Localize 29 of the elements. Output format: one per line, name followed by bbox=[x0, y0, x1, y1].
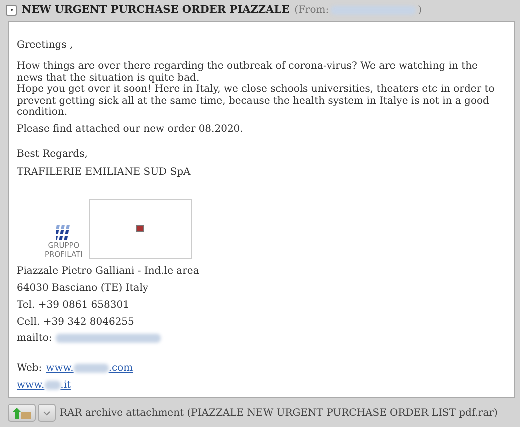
sender-bracket: ) bbox=[418, 4, 422, 16]
collapse-toggle[interactable] bbox=[6, 4, 17, 16]
message-paragraph: Hope you get over it soon! Here in Italy, we close schools universities, theaters etc in order to prevent getting sick all at the same time, because the health system in Italye is not in a good condition. bbox=[17, 84, 496, 119]
mailto-label: mailto: bbox=[17, 332, 52, 344]
greeting-text: Greetings , bbox=[17, 40, 74, 52]
link[interactable]: .com bbox=[108, 363, 134, 374]
link[interactable]: www. bbox=[46, 363, 74, 374]
address-line: Piazzale Pietro Galliani - Ind.le area bbox=[17, 266, 200, 278]
broken-image-icon bbox=[136, 225, 144, 232]
link[interactable]: .it bbox=[60, 380, 72, 391]
redacted-text bbox=[74, 364, 109, 373]
attachment-name: RAR archive attachment (PIAZZALE NEW URGENT PURCHASE ORDER LIST pdf.rar) bbox=[60, 408, 498, 418]
web-label: Web: bbox=[17, 363, 42, 374]
stripes-logo-icon bbox=[56, 224, 72, 241]
arrow-folder-icon bbox=[12, 408, 32, 418]
company-name: TRAFILERIE EMILIANE SUD SpA bbox=[17, 167, 191, 179]
message-text: Please find attached our new order 08.2020. bbox=[17, 124, 244, 136]
dropdown-button[interactable] bbox=[38, 404, 56, 422]
save-attachment-button[interactable] bbox=[8, 404, 36, 422]
email-subject: NEW URGENT PURCHASE ORDER PIAZZALE bbox=[22, 4, 290, 16]
redacted-text bbox=[44, 381, 61, 390]
message-paragraph: How things are over there regarding the outbreak of corona-virus? We are watching in the news that the situation is quite bad. bbox=[17, 61, 479, 84]
closing-text: Best Regards, bbox=[17, 149, 88, 160]
link[interactable]: www. bbox=[17, 380, 45, 391]
address-line: 64030 Basciano (TE) Italy bbox=[17, 283, 149, 294]
address-line: Tel. +39 0861 658301 bbox=[17, 300, 130, 312]
sender-label: (From: bbox=[294, 4, 330, 16]
address-line: Cell. +39 342 8046255 bbox=[17, 316, 134, 328]
chevron-down-icon bbox=[43, 410, 51, 416]
